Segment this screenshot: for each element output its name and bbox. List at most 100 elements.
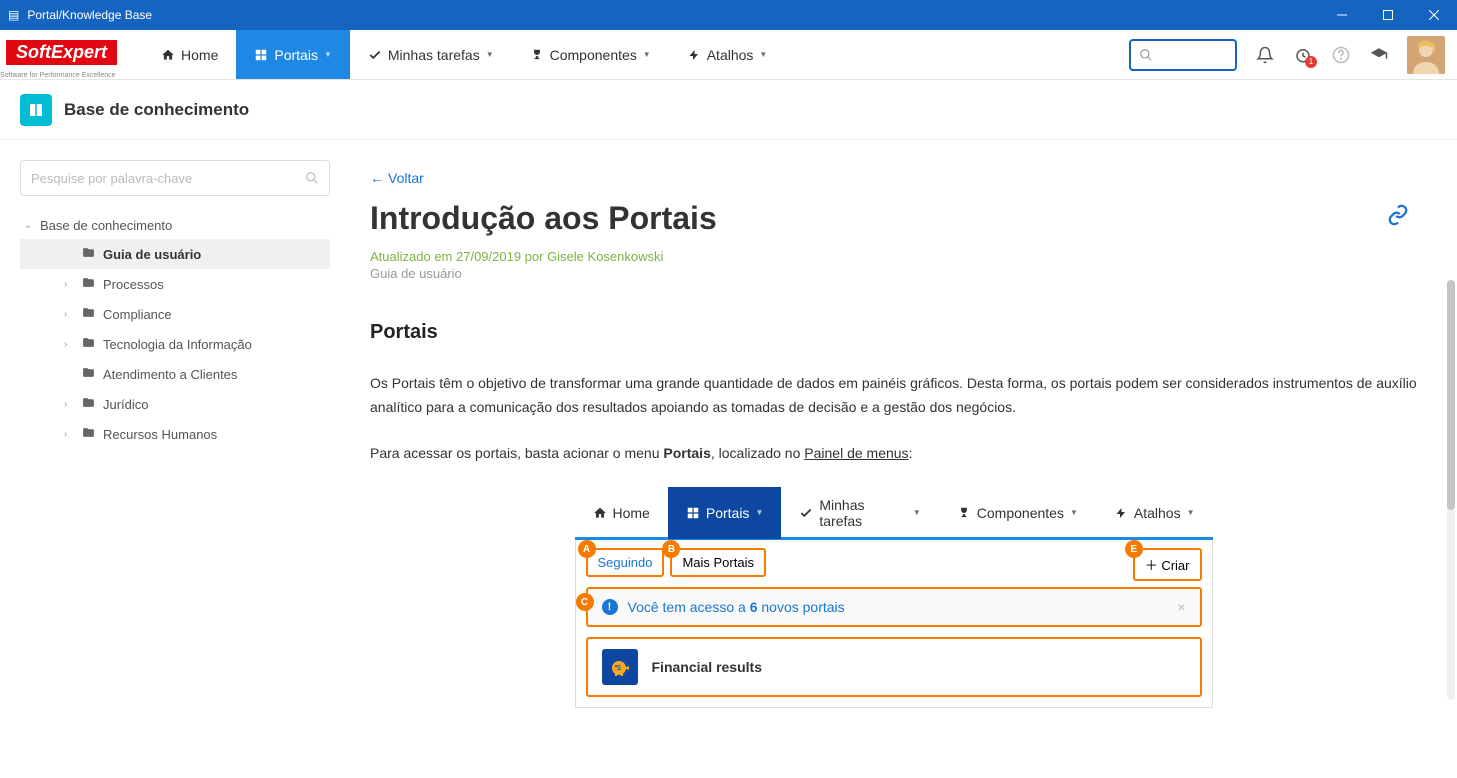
article-paragraph-2: Para acessar os portais, basta acionar o…	[370, 442, 1417, 466]
tree-item-label: Compliance	[103, 307, 172, 322]
inner-portal-card: $ Financial results	[586, 637, 1202, 697]
nav-atalhos-label: Atalhos	[707, 47, 754, 63]
info-icon: !	[602, 599, 618, 615]
window-maximize-button[interactable]	[1365, 0, 1411, 30]
chevron-down-icon: ⌄	[24, 220, 34, 231]
section-title: Base de conhecimento	[64, 100, 249, 120]
chevron-down-icon: ▼	[643, 50, 651, 59]
tree-item-label: Processos	[103, 277, 164, 292]
nav-componentes[interactable]: Componentes ▼	[512, 30, 669, 79]
folder-icon	[82, 306, 95, 322]
check-icon	[799, 506, 813, 520]
bell-icon	[1256, 46, 1274, 64]
tree-item[interactable]: › Processos	[20, 269, 330, 299]
inner-notice: ! Você tem acesso a 6 novos portais ×	[586, 587, 1202, 627]
tree-item-label: Atendimento a Clientes	[103, 367, 237, 382]
window-title: Portal/Knowledge Base	[27, 8, 152, 22]
folder-icon	[82, 336, 95, 352]
inner-tab-criar: E ＋ Criar	[1133, 548, 1202, 581]
timer-button[interactable]: 1	[1293, 45, 1313, 65]
badge-count: 1	[1305, 56, 1317, 68]
app-icon: ▤	[8, 8, 19, 22]
inner-nav-atalhos: Atalhos ▼	[1096, 487, 1213, 539]
tree-item[interactable]: Atendimento a Clientes	[20, 359, 330, 389]
trophy-icon	[957, 506, 971, 520]
folder-icon	[82, 246, 95, 262]
tree-item[interactable]: ›Recursos Humanos	[20, 419, 330, 449]
chevron-down-icon: ▼	[324, 50, 332, 59]
article-category: Guia de usuário	[370, 266, 1417, 281]
kb-tree: ⌄ Base de conhecimento Guia de usuário › P…	[20, 212, 330, 449]
marker-c: C	[576, 593, 594, 611]
nav-portais[interactable]: Portais ▼	[236, 30, 350, 79]
permalink-button[interactable]	[1387, 204, 1409, 231]
chevron-down-icon: ▼	[755, 508, 763, 517]
help-button[interactable]	[1331, 45, 1351, 65]
inner-tab-mais-portais: B Mais Portais	[670, 548, 766, 577]
search-icon	[305, 171, 319, 185]
window-close-button[interactable]	[1411, 0, 1457, 30]
nav-tarefas-label: Minhas tarefas	[388, 47, 480, 63]
scrollbar-thumb[interactable]	[1447, 280, 1455, 510]
bolt-icon	[687, 48, 701, 62]
inner-nav-componentes: Componentes ▼	[939, 487, 1096, 539]
tree-item-label: Tecnologia da Informação	[103, 337, 252, 352]
arrow-left-icon: ←	[370, 170, 384, 186]
folder-icon	[82, 276, 95, 292]
notifications-button[interactable]	[1255, 45, 1275, 65]
chevron-right-icon: ›	[64, 339, 74, 350]
tree-item[interactable]: › Tecnologia da Informação	[20, 329, 330, 359]
tree-root[interactable]: ⌄ Base de conhecimento	[20, 212, 330, 239]
user-avatar[interactable]	[1407, 36, 1445, 74]
nav-atalhos[interactable]: Atalhos ▼	[669, 30, 786, 79]
close-icon: ×	[1177, 599, 1185, 615]
kb-search-box[interactable]	[20, 160, 330, 196]
article-content: ← Voltar Introdução aos Portais Atualiza…	[350, 140, 1457, 778]
svg-text:$: $	[617, 665, 621, 672]
tree-item[interactable]: ›Compliance	[20, 299, 330, 329]
chevron-right-icon: ›	[64, 279, 74, 290]
bolt-icon	[1114, 506, 1128, 520]
nav-tarefas[interactable]: Minhas tarefas ▼	[350, 30, 512, 79]
article-title: Introdução aos Portais	[370, 200, 1417, 237]
plus-icon: ＋	[1145, 558, 1158, 573]
marker-a: A	[578, 540, 596, 558]
inner-nav-portais: Portais ▼	[668, 487, 782, 539]
nav-home-label: Home	[181, 47, 218, 63]
inner-portal-name: Financial results	[652, 659, 762, 675]
article-meta: Atualizado em 27/09/2019 por Gisele Kose…	[370, 249, 1417, 264]
check-icon	[368, 48, 382, 62]
logo-text: SoftExpert	[16, 42, 107, 62]
inner-screenshot: Home Portais ▼ Minhas tarefas ▼ Componen…	[574, 487, 1214, 709]
search-icon	[1139, 48, 1153, 62]
back-link[interactable]: ← Voltar	[370, 170, 424, 186]
marker-e: E	[1125, 540, 1143, 558]
main-header: SoftExpert Software for Performance Exce…	[0, 30, 1457, 80]
article-paragraph-1: Os Portais têm o objetivo de transformar…	[370, 372, 1417, 420]
folder-icon	[82, 366, 95, 382]
home-icon	[161, 48, 175, 62]
folder-icon	[82, 396, 95, 412]
nav-componentes-label: Componentes	[550, 47, 637, 63]
graduation-icon	[1370, 46, 1388, 64]
logo[interactable]: SoftExpert Software for Performance Exce…	[0, 40, 123, 69]
window-minimize-button[interactable]	[1319, 0, 1365, 30]
academy-button[interactable]	[1369, 45, 1389, 65]
trophy-icon	[530, 48, 544, 62]
nav-portais-label: Portais	[274, 47, 318, 63]
chevron-down-icon: ▼	[1070, 508, 1078, 517]
chevron-down-icon: ▼	[913, 508, 921, 517]
marker-b: B	[662, 540, 680, 558]
global-search-input[interactable]	[1129, 39, 1237, 71]
tree-item[interactable]: Guia de usuário	[20, 239, 330, 269]
kb-search-input[interactable]	[31, 171, 305, 186]
tree-item[interactable]: ›Jurídico	[20, 389, 330, 419]
piggy-bank-icon: $	[602, 649, 638, 685]
folder-icon	[82, 426, 95, 442]
nav-home[interactable]: Home	[143, 30, 236, 79]
help-icon	[1332, 46, 1350, 64]
home-icon	[593, 506, 607, 520]
tree-item-label: Jurídico	[103, 397, 149, 412]
grid-icon	[686, 506, 700, 520]
knowledge-base-icon	[20, 94, 52, 126]
